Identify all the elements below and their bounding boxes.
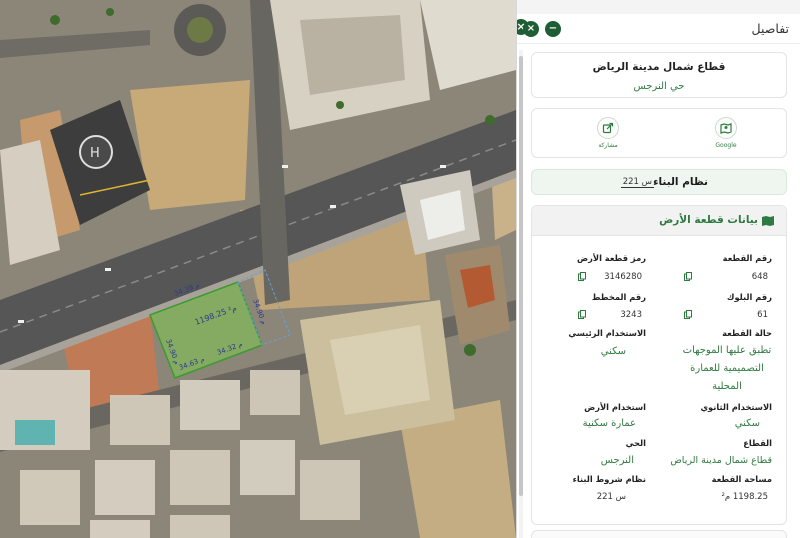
house: [250, 370, 300, 415]
sector-value: قطاع شمال مدينة الرياض: [670, 455, 772, 466]
car: [330, 205, 336, 208]
parcel-sector-title: قطاع شمال مدينة الرياض: [592, 61, 726, 73]
house: [180, 380, 240, 430]
satellite-map[interactable]: H 1198.25 م² 34.39 م 34.90 م 34.32 م 34.…: [0, 0, 516, 538]
share-button[interactable]: مشاركة: [588, 117, 628, 149]
secondary-use-label: الاستخدام الثانوي: [700, 402, 772, 412]
details-panel: × تفاصيل × − قطاع شمال مدينة الرياض حي ا…: [516, 0, 800, 538]
car: [105, 268, 111, 271]
google-map-icon: [715, 117, 737, 139]
building-system-label: نظام البناء: [653, 176, 708, 188]
tree: [336, 101, 344, 109]
parcel-title-card: قطاع شمال مدينة الرياض حي النرجس: [531, 52, 787, 98]
sector-label: القطاع: [743, 438, 772, 448]
building-conditions-value: س 221: [596, 492, 626, 502]
parcel-number-label: رقم القطعة: [722, 253, 772, 263]
status-line: التصميمية للعمارة: [690, 363, 764, 374]
house: [90, 520, 150, 538]
house: [20, 470, 80, 525]
tree: [464, 344, 476, 356]
land-use-value: عمارة سكنية: [582, 418, 636, 429]
tree: [485, 115, 495, 125]
block-number-label: رقم البلوك: [726, 292, 772, 302]
parcel-number-value: 648: [751, 272, 768, 282]
copy-icon[interactable]: [578, 310, 586, 319]
district-value: النرجس: [600, 455, 634, 466]
actions-card: Google مشاركة: [531, 108, 787, 158]
parcel-area-label: مساحة القطعة: [711, 474, 772, 484]
google-button[interactable]: Google: [706, 117, 746, 149]
house: [170, 515, 230, 538]
plan-number-label: رقم المخطط: [591, 292, 646, 302]
building-system-card[interactable]: نظام البناء س 221: [531, 169, 787, 195]
main-use-label: الاستخدام الرئيسي: [568, 328, 646, 338]
parcel-area-value: 1198.25 م²: [721, 492, 768, 502]
panel-title: تفاصيل: [751, 21, 789, 36]
copy-icon[interactable]: [684, 272, 692, 281]
status-line: تطبق عليها الموجهات: [682, 345, 772, 356]
panel-header: تفاصيل × −: [517, 14, 800, 44]
house: [170, 450, 230, 505]
house: [240, 440, 295, 495]
pool: [15, 420, 55, 445]
parcel-code-value: 3146280: [604, 272, 642, 282]
house: [95, 460, 155, 515]
district-label: الحي: [625, 438, 646, 448]
scrollbar-thumb[interactable]: [519, 56, 523, 496]
land-data-header[interactable]: بيانات قطعة الأرض: [532, 206, 786, 236]
map-canvas: H 1198.25 م² 34.39 م 34.90 م 34.32 م 34.…: [0, 0, 516, 538]
share-icon: [597, 117, 619, 139]
block-number-value: 61: [757, 310, 768, 320]
status-line: المحلية: [712, 381, 742, 392]
next-card: [531, 530, 787, 538]
map-icon: [762, 216, 774, 226]
helipad-h: H: [90, 146, 100, 161]
header-buttons: × −: [523, 20, 561, 37]
minimize-button[interactable]: −: [545, 20, 561, 37]
main-use-value: سكني: [600, 346, 626, 357]
google-label: Google: [715, 142, 737, 149]
land-use-label: استخدام الأرض: [584, 402, 646, 412]
car: [440, 165, 446, 168]
car: [18, 320, 24, 323]
tree: [106, 8, 114, 16]
parcel-status-label: حالة القطعة: [722, 328, 772, 338]
copy-icon[interactable]: [578, 272, 586, 281]
parcel-status-value: تطبق عليها الموجهات التصميمية للعمارة ال…: [672, 342, 782, 396]
roundabout-island: [187, 17, 213, 43]
land-data-card: بيانات قطعة الأرض رقم القطعة رمز قطعة ال…: [531, 205, 787, 525]
panel-top-strip: [517, 0, 800, 14]
parcel-code-label: رمز قطعة الأرض: [576, 253, 646, 263]
secondary-use-value: سكني: [734, 418, 760, 429]
building-system-value: س 221: [620, 177, 654, 188]
land-data-title: بيانات قطعة الأرض: [659, 214, 758, 226]
tree: [50, 15, 60, 25]
building-conditions-label: نظام شروط البناء: [572, 474, 646, 484]
car: [282, 165, 288, 168]
share-label: مشاركة: [598, 142, 618, 149]
building-roof: [330, 325, 430, 415]
house: [110, 395, 170, 445]
plan-number-value: 3243: [620, 310, 642, 320]
parcel-neighborhood: حي النرجس: [633, 81, 685, 92]
copy-icon[interactable]: [684, 310, 692, 319]
house: [300, 460, 360, 520]
close-button[interactable]: ×: [523, 20, 539, 37]
